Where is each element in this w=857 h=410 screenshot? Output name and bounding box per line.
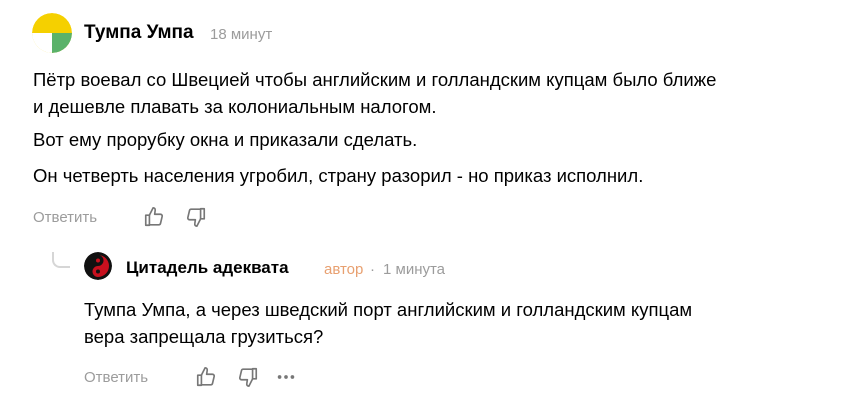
thumbs-up-icon[interactable] bbox=[194, 365, 218, 389]
thread-connector bbox=[52, 252, 70, 268]
reply-button[interactable]: Ответить bbox=[33, 209, 97, 226]
reply-button[interactable]: Ответить bbox=[84, 369, 148, 386]
reply-timestamp[interactable]: 1 минута bbox=[383, 261, 445, 278]
avatar-image bbox=[84, 252, 112, 280]
comment-text-line: и дешевле плавать за колониальным налого… bbox=[33, 96, 437, 117]
comment-actions: Ответить bbox=[33, 205, 208, 229]
comment-author[interactable]: Тумпа Умпа bbox=[84, 22, 194, 44]
avatar-image bbox=[32, 13, 72, 53]
reply-text-line: вера запрещала грузиться? bbox=[84, 326, 324, 347]
thumbs-down-icon[interactable] bbox=[184, 205, 208, 229]
comment-text-line: Он четверть населения угробил, страну ра… bbox=[33, 165, 644, 186]
comment-text-line: Пётр воевал со Швецией чтобы английским … bbox=[33, 69, 717, 90]
reply-avatar[interactable] bbox=[84, 252, 112, 280]
comment-text-line: Вот ему прорубку окна и приказали сделат… bbox=[33, 129, 418, 150]
thumbs-down-icon[interactable] bbox=[236, 365, 260, 389]
reply-author[interactable]: Цитадель адеквата bbox=[126, 258, 289, 278]
avatar[interactable] bbox=[32, 13, 72, 53]
reply-actions: Ответить bbox=[84, 365, 298, 389]
author-badge: автор bbox=[324, 261, 364, 278]
comment-timestamp[interactable]: 18 минут bbox=[210, 26, 272, 43]
reply-text-line: Тумпа Умпа, а через шведский порт англий… bbox=[84, 299, 693, 320]
thumbs-up-icon[interactable] bbox=[142, 205, 166, 229]
meta-separator: · bbox=[370, 261, 375, 278]
more-dots-icon[interactable] bbox=[274, 365, 298, 389]
